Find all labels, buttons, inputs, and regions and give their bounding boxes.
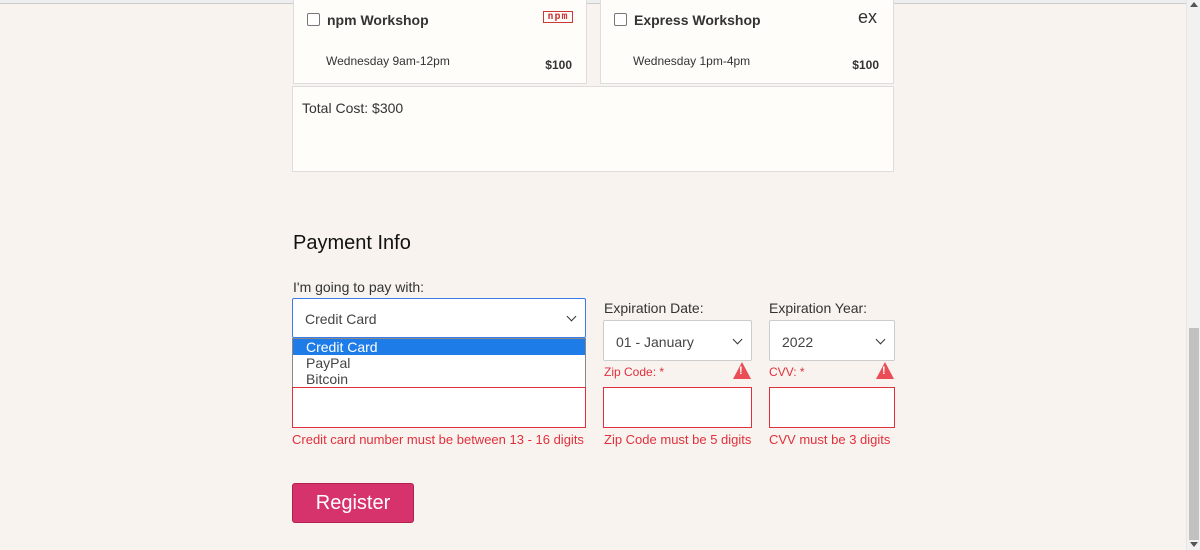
payment-info-title: Payment Info <box>293 232 411 254</box>
warning-icon <box>876 362 894 379</box>
option-paypal[interactable]: PayPal <box>293 355 585 371</box>
activity-price: $100 <box>852 58 879 72</box>
express-checkbox[interactable] <box>614 13 627 26</box>
expiration-month-value: 01 - January <box>616 334 694 350</box>
activity-time: Wednesday 9am-12pm <box>326 54 450 68</box>
page-scrollbar[interactable] <box>1186 0 1200 550</box>
cvv-label: CVV: * <box>769 365 805 379</box>
chevron-down-icon <box>875 334 886 345</box>
cvv-input[interactable] <box>769 387 895 428</box>
scroll-thumb[interactable] <box>1189 328 1199 540</box>
expiration-year-value: 2022 <box>782 334 814 350</box>
option-bitcoin[interactable]: Bitcoin <box>293 371 585 387</box>
total-cost-box: Total Cost: $300 <box>292 86 894 172</box>
cvv-error: CVV must be 3 digits <box>769 432 891 447</box>
npm-logo-icon: npm <box>543 11 573 23</box>
activity-price: $100 <box>545 58 572 72</box>
expiration-year-select[interactable]: 2022 <box>769 320 895 361</box>
express-logo-icon: ex <box>857 7 877 27</box>
total-cost: Total Cost: $300 <box>302 100 404 116</box>
card-number-error: Credit card number must be between 13 - … <box>292 432 584 447</box>
expiration-year-label: Expiration Year: <box>769 300 868 316</box>
warning-icon <box>733 362 751 379</box>
zip-code-label: Zip Code: * <box>604 365 665 379</box>
payment-method-dropdown[interactable]: Credit Card PayPal Bitcoin <box>292 338 586 390</box>
chevron-down-icon <box>566 311 577 322</box>
activity-card-npm[interactable]: npm Workshop npm Wednesday 9am-12pm $100 <box>293 0 587 84</box>
activity-title: Express Workshop <box>634 12 761 28</box>
scroll-up-icon[interactable] <box>1190 2 1198 7</box>
zip-code-input[interactable] <box>603 387 752 428</box>
browser-top-edge <box>0 0 1186 4</box>
scroll-down-icon[interactable] <box>1190 542 1198 547</box>
expiration-date-label: Expiration Date: <box>604 300 704 316</box>
card-number-input[interactable] <box>292 387 586 428</box>
register-button[interactable]: Register <box>292 483 414 523</box>
option-credit-card[interactable]: Credit Card <box>293 339 585 355</box>
payment-method-label: I'm going to pay with: <box>293 279 425 295</box>
zip-code-error: Zip Code must be 5 digits <box>604 432 752 447</box>
payment-method-value: Credit Card <box>305 311 377 327</box>
activity-title: npm Workshop <box>327 12 429 28</box>
expiration-month-select[interactable]: 01 - January <box>603 320 752 361</box>
activity-time: Wednesday 1pm-4pm <box>633 54 751 68</box>
payment-method-select[interactable]: Credit Card <box>292 298 586 338</box>
chevron-down-icon <box>732 334 743 345</box>
activity-card-express[interactable]: Express Workshop ex Wednesday 1pm-4pm $1… <box>600 0 894 84</box>
npm-checkbox[interactable] <box>307 13 320 26</box>
